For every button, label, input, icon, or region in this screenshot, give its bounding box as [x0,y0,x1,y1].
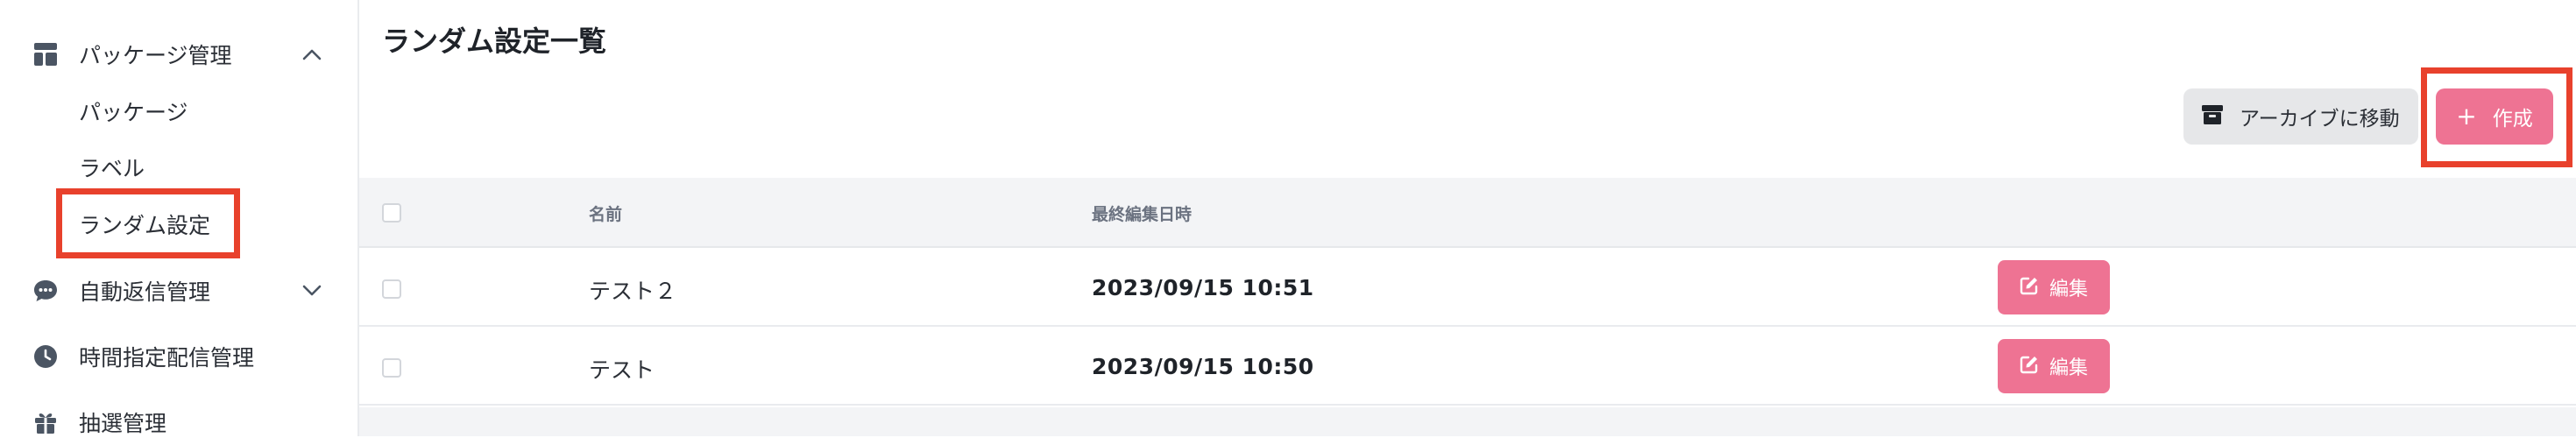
row-updated: 2023/09/15 10:51 [1092,275,1314,300]
edit-icon [2020,355,2039,378]
table-header: 名前 最終編集日時 [359,178,2576,248]
gift-icon [32,408,60,436]
chevron-up-icon[interactable] [298,40,326,68]
edit-button-label: 編集 [2049,279,2088,300]
sidebar-subitem-package[interactable]: パッケージ [79,95,188,127]
sidebar-item-label: パッケージ管理 [79,43,232,68]
archive-button-label: アーカイブに移動 [2240,108,2400,131]
archive-box-icon [2201,104,2224,129]
highlight-box-random-settings [56,188,240,258]
row-name: テスト [589,357,655,383]
column-header-updated: 最終編集日時 [1092,205,1192,224]
table-footer [359,407,2576,436]
row-checkbox[interactable] [382,279,401,299]
sidebar-item-label: 時間指定配信管理 [79,345,255,371]
random-settings-table: 名前 最終編集日時 テスト２ 2023/09/15 10:51 編集 テスト 2… [359,178,2576,436]
table-row: テスト２ 2023/09/15 10:51 編集 [359,248,2576,327]
edit-icon [2020,276,2039,299]
row-checkbox[interactable] [382,358,401,378]
sidebar-item-package-mgmt[interactable]: パッケージ管理 [0,40,357,68]
sidebar-item-label: 自動返信管理 [79,279,211,305]
sidebar-subitem-label[interactable]: ラベル [79,152,145,183]
sidebar-item-label: 抽選管理 [79,411,167,436]
layout-icon [32,40,60,68]
select-all-checkbox[interactable] [382,203,401,223]
sidebar-item-auto-reply[interactable]: 自動返信管理 [0,277,357,305]
edit-button[interactable]: 編集 [1998,339,2110,393]
highlight-box-create [2421,67,2572,167]
chevron-down-icon[interactable] [298,277,326,305]
edit-button[interactable]: 編集 [1998,260,2110,314]
row-updated: 2023/09/15 10:50 [1092,354,1314,379]
column-header-name: 名前 [589,205,623,224]
page-title: ランダム設定一覧 [382,25,607,58]
chat-bubble-icon [32,277,60,305]
sidebar-item-scheduled-delivery[interactable]: 時間指定配信管理 [0,343,357,371]
clock-icon [32,343,60,371]
edit-button-label: 編集 [2049,357,2088,379]
archive-button[interactable]: アーカイブに移動 [2183,88,2418,145]
table-row: テスト 2023/09/15 10:50 編集 [359,327,2576,406]
sidebar-item-lottery[interactable]: 抽選管理 [0,408,357,436]
sidebar: パッケージ管理 パッケージ ラベル ランダム設定 自動返信管理 時間指定配信管理 [0,0,359,436]
row-name: テスト２ [589,279,677,304]
